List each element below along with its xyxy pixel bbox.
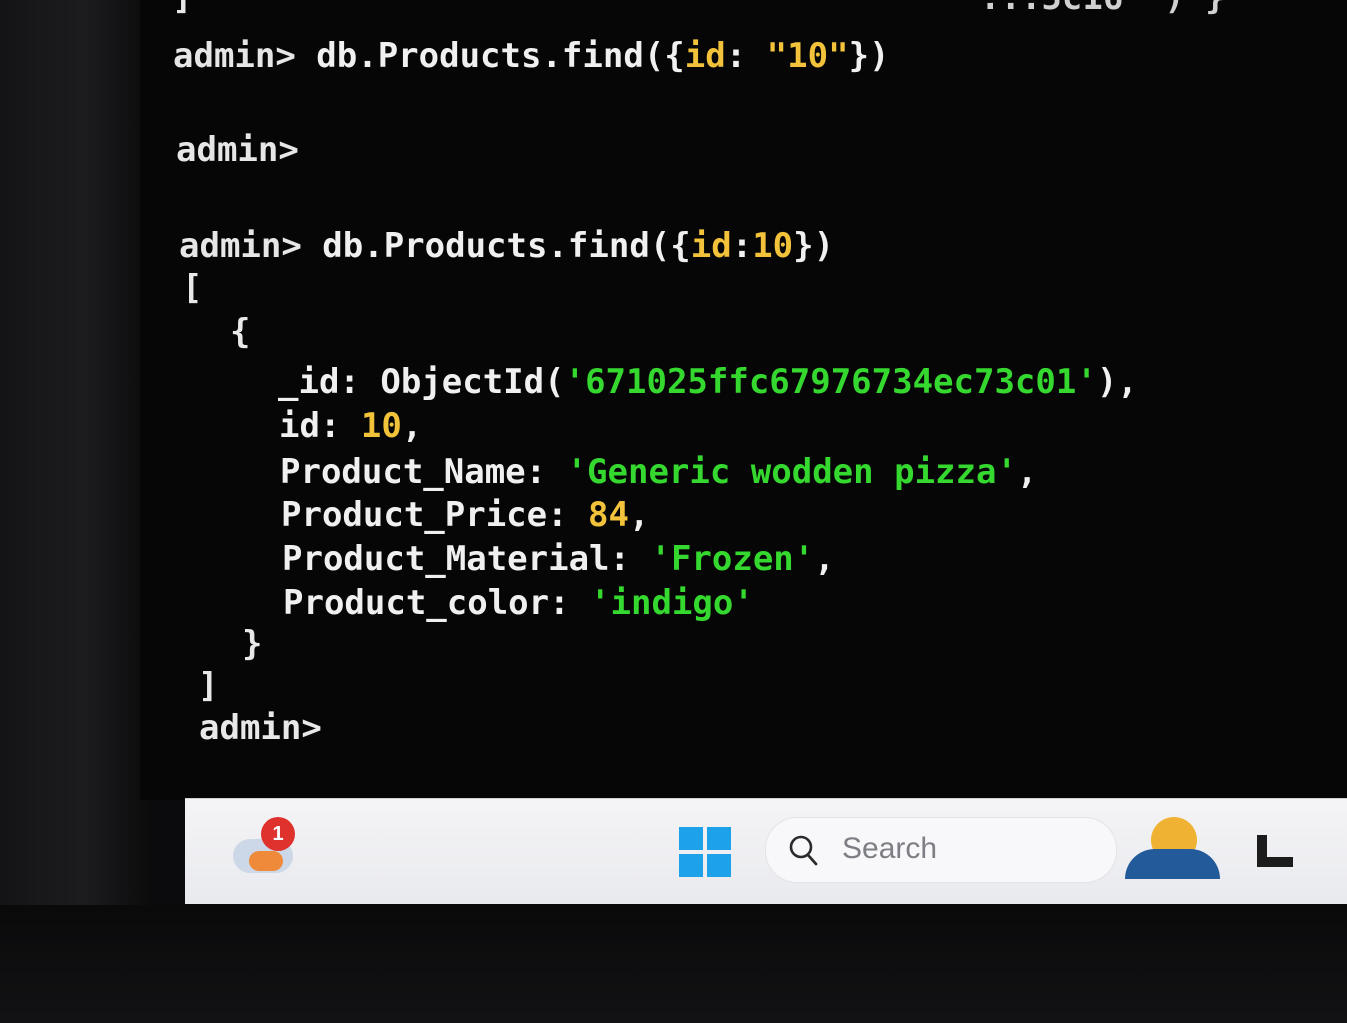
field-comma: , (401, 406, 423, 446)
search-placeholder: Search (842, 832, 938, 865)
doc-field-name: Product_Name: 'Generic wodden pizza', (280, 452, 1037, 492)
windows-logo-pane (707, 827, 731, 850)
windows-taskbar: 1 Search (185, 798, 1347, 904)
sun-icon (249, 851, 283, 871)
query-value: "10" (766, 36, 849, 76)
doc-field-price: Product_Price: 84, (281, 495, 649, 535)
field-value: 'indigo' (590, 583, 754, 623)
field-value: 'Frozen' (650, 539, 815, 579)
query-key: id (690, 226, 732, 266)
windows-logo-pane (707, 854, 731, 877)
field-key: Product_Material: (282, 539, 651, 579)
doc-field-oid: _id: ObjectId('671025ffc67976734ec73c01'… (278, 362, 1138, 402)
objectid-func: ObjectId( (380, 362, 565, 402)
command-text: db.Products.find({ (316, 36, 685, 76)
field-comma: , (1016, 452, 1038, 492)
objectid-end: ), (1096, 362, 1138, 402)
final-prompt[interactable]: admin> (199, 708, 322, 748)
windows-logo-pane (679, 854, 703, 877)
field-key: Product_color: (283, 583, 591, 623)
field-key: id: (279, 406, 361, 446)
query-key: id (684, 36, 726, 76)
weather-landscape-icon[interactable] (1125, 813, 1220, 881)
terminal-line-1: admin> db.Products.find({id: "10"}) (173, 36, 890, 76)
query-colon: : (731, 226, 753, 266)
field-value: 10 (360, 406, 402, 446)
command-close: }) (793, 226, 835, 266)
result-open-brace: { (230, 312, 251, 352)
terminal-line-3: admin> db.Products.find({id:10}) (179, 226, 834, 266)
prompt: admin> (173, 36, 317, 76)
app-icon[interactable] (1257, 835, 1293, 867)
doc-field-material: Product_Material: 'Frozen', (282, 539, 835, 579)
field-key: Product_Name: (280, 452, 567, 492)
terminal-line-0-tail: ...5c16' ) } (980, 0, 1226, 18)
start-button[interactable] (679, 827, 731, 877)
field-value: 84 (588, 495, 629, 535)
field-comma: , (629, 495, 650, 535)
search-icon (789, 835, 818, 866)
field-key: _id: (278, 362, 381, 402)
objectid-value: '671025ffc67976734ec73c01' (564, 362, 1097, 402)
doc-field-color: Product_color: 'indigo' (283, 583, 754, 623)
monitor-bezel-bottom (0, 905, 1347, 1023)
field-key: Product_Price: (281, 495, 589, 535)
query-value: 10 (752, 226, 794, 266)
output-bracket: ] (172, 0, 192, 18)
command-text: db.Products.find({ (322, 226, 691, 266)
notification-badge: 1 (261, 817, 295, 851)
field-comma: , (814, 539, 835, 579)
terminal-line-0: ] (172, 0, 192, 18)
hills-icon (1125, 849, 1220, 879)
result-open-bracket: [ (182, 268, 203, 308)
command-close: }) (848, 36, 890, 76)
windows-logo-pane (679, 827, 703, 850)
result-close-bracket: ] (198, 666, 219, 706)
query-colon: : (725, 36, 767, 76)
prompt: admin> (179, 226, 323, 266)
terminal-line-2: admin> (176, 130, 299, 170)
weather-widget-button[interactable]: 1 (233, 817, 303, 879)
field-value: 'Generic wodden pizza' (566, 452, 1017, 492)
taskbar-search-box[interactable]: Search (765, 817, 1117, 883)
doc-field-id: id: 10, (279, 406, 422, 446)
prompt: admin> (176, 130, 299, 170)
output-tail: ...5c16' ) } (980, 0, 1226, 18)
monitor-bezel-left (0, 0, 150, 1023)
result-close-brace: } (242, 624, 263, 664)
